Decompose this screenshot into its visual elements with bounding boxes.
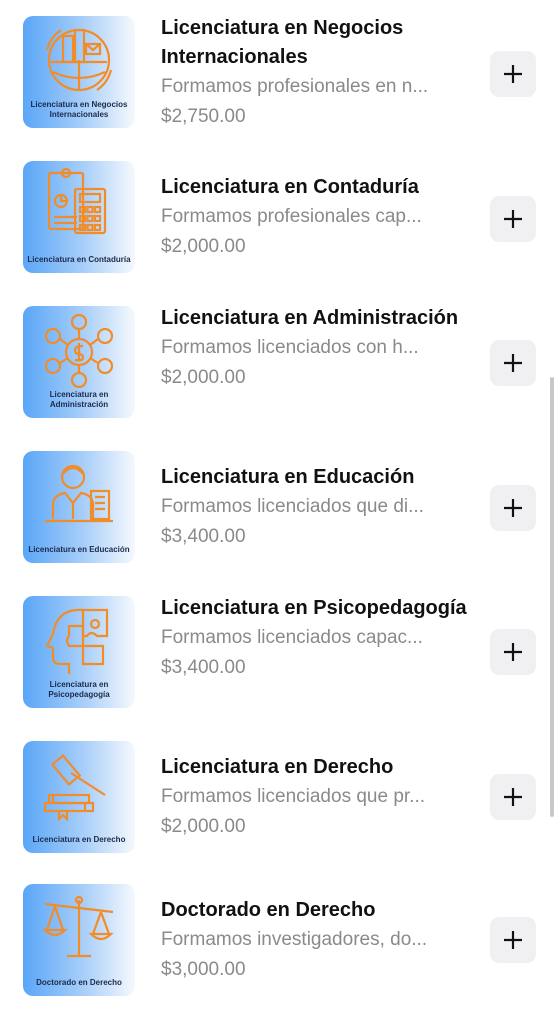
course-thumbnail: Licenciatura en Administración: [23, 306, 135, 418]
add-course-button[interactable]: [490, 196, 536, 242]
course-title: Licenciatura en Psicopedagogía: [161, 597, 467, 619]
course-price: $3,000.00: [161, 959, 246, 980]
course-price: $2,750.00: [161, 106, 246, 127]
thumbnail-caption: Doctorado en Derecho: [36, 978, 122, 987]
add-course-button[interactable]: [490, 340, 536, 386]
course-list: Licenciatura en Negocios Internacionales…: [0, 0, 559, 1023]
course-thumbnail: Licenciatura en Contaduría: [23, 161, 135, 273]
thumbnail-caption: Licenciatura en Negocios Internacionales: [30, 100, 128, 119]
gavel-books-icon: [43, 753, 106, 822]
course-info: Licenciatura en Educación Formamos licen…: [161, 463, 471, 552]
course-info: Doctorado en Derecho Formamos investigad…: [161, 896, 471, 985]
course-info: Licenciatura en Derecho Formamos licenci…: [161, 753, 471, 842]
course-item-administracion[interactable]: Licenciatura en Administración Licenciat…: [0, 290, 559, 430]
course-title: Licenciatura en Educación: [161, 466, 415, 488]
course-thumbnail: Licenciatura en Derecho: [23, 741, 135, 853]
course-description: Formamos licenciados capac...: [161, 627, 423, 648]
calculator-report-icon: [47, 167, 107, 235]
course-description: Formamos investigadores, do...: [161, 929, 428, 950]
plus-icon: [504, 210, 522, 228]
course-thumbnail: Licenciatura en Psicopedagogía: [23, 596, 135, 708]
course-item-derecho[interactable]: Licenciatura en Derecho Licenciatura en …: [0, 725, 559, 865]
add-course-button[interactable]: [490, 917, 536, 963]
course-item-contaduria[interactable]: Licenciatura en Contaduría Licenciatura …: [0, 145, 559, 285]
course-info: Licenciatura en Administración Formamos …: [161, 304, 471, 393]
course-info: Licenciatura en Contaduría Formamos prof…: [161, 173, 471, 262]
course-thumbnail: Licenciatura en Negocios Internacionales: [23, 16, 135, 128]
course-description: Formamos profesionales en n...: [161, 76, 429, 97]
course-description: Formamos licenciados que di...: [161, 496, 424, 517]
thumbnail-caption: Licenciatura en Contaduría: [27, 255, 131, 264]
add-course-button[interactable]: [490, 51, 536, 97]
course-price: $2,000.00: [161, 236, 246, 257]
course-description: Formamos licenciados que pr...: [161, 786, 426, 807]
course-item-negocios-internacionales[interactable]: Licenciatura en Negocios Internacionales…: [0, 0, 559, 140]
teacher-book-icon: [45, 464, 113, 523]
course-title: Licenciatura en Contaduría: [161, 176, 419, 198]
course-item-psicopedagogia[interactable]: Licenciatura en Psicopedagogía Licenciat…: [0, 580, 559, 720]
course-price: $2,000.00: [161, 367, 246, 388]
head-puzzle-icon: [45, 608, 109, 674]
add-course-button[interactable]: [490, 629, 536, 675]
add-course-button[interactable]: [490, 485, 536, 531]
course-description: Formamos profesionales cap...: [161, 206, 422, 227]
course-thumbnail: Doctorado en Derecho: [23, 884, 135, 996]
plus-icon: [504, 643, 522, 661]
course-price: $3,400.00: [161, 657, 246, 678]
plus-icon: [504, 354, 522, 372]
thumbnail-caption: Licenciatura en Educación: [28, 545, 130, 554]
course-info: Licenciatura en Psicopedagogía Formamos …: [161, 594, 471, 683]
vertical-scrollbar[interactable]: [550, 377, 554, 817]
plus-icon: [504, 499, 522, 517]
scales-of-justice-icon: [42, 895, 114, 958]
add-course-button[interactable]: [490, 774, 536, 820]
course-title: Licenciatura en Negocios Internacionales: [161, 17, 404, 68]
course-description: Formamos licenciados con h...: [161, 337, 419, 358]
thumbnail-caption: Licenciatura en Derecho: [32, 835, 126, 844]
course-price: $2,000.00: [161, 816, 246, 837]
thumbnail-caption: Licenciatura en Psicopedagogía: [48, 680, 110, 699]
course-info: Licenciatura en Negocios Internacionales…: [161, 14, 471, 132]
course-price: $3,400.00: [161, 526, 246, 547]
course-title: Doctorado en Derecho: [161, 899, 376, 921]
course-title: Licenciatura en Administración: [161, 307, 459, 329]
management-network-icon: [44, 313, 114, 388]
course-item-educacion[interactable]: Licenciatura en Educación Licenciatura e…: [0, 435, 559, 575]
plus-icon: [504, 788, 522, 806]
course-title: Licenciatura en Derecho: [161, 756, 394, 778]
plus-icon: [504, 65, 522, 83]
globe-buildings-icon: [45, 28, 113, 92]
plus-icon: [504, 931, 522, 949]
thumbnail-caption: Licenciatura en Administración: [49, 390, 109, 409]
course-item-doctorado-derecho[interactable]: Doctorado en Derecho Doctorado en Derech…: [0, 868, 559, 1008]
course-thumbnail: Licenciatura en Educación: [23, 451, 135, 563]
